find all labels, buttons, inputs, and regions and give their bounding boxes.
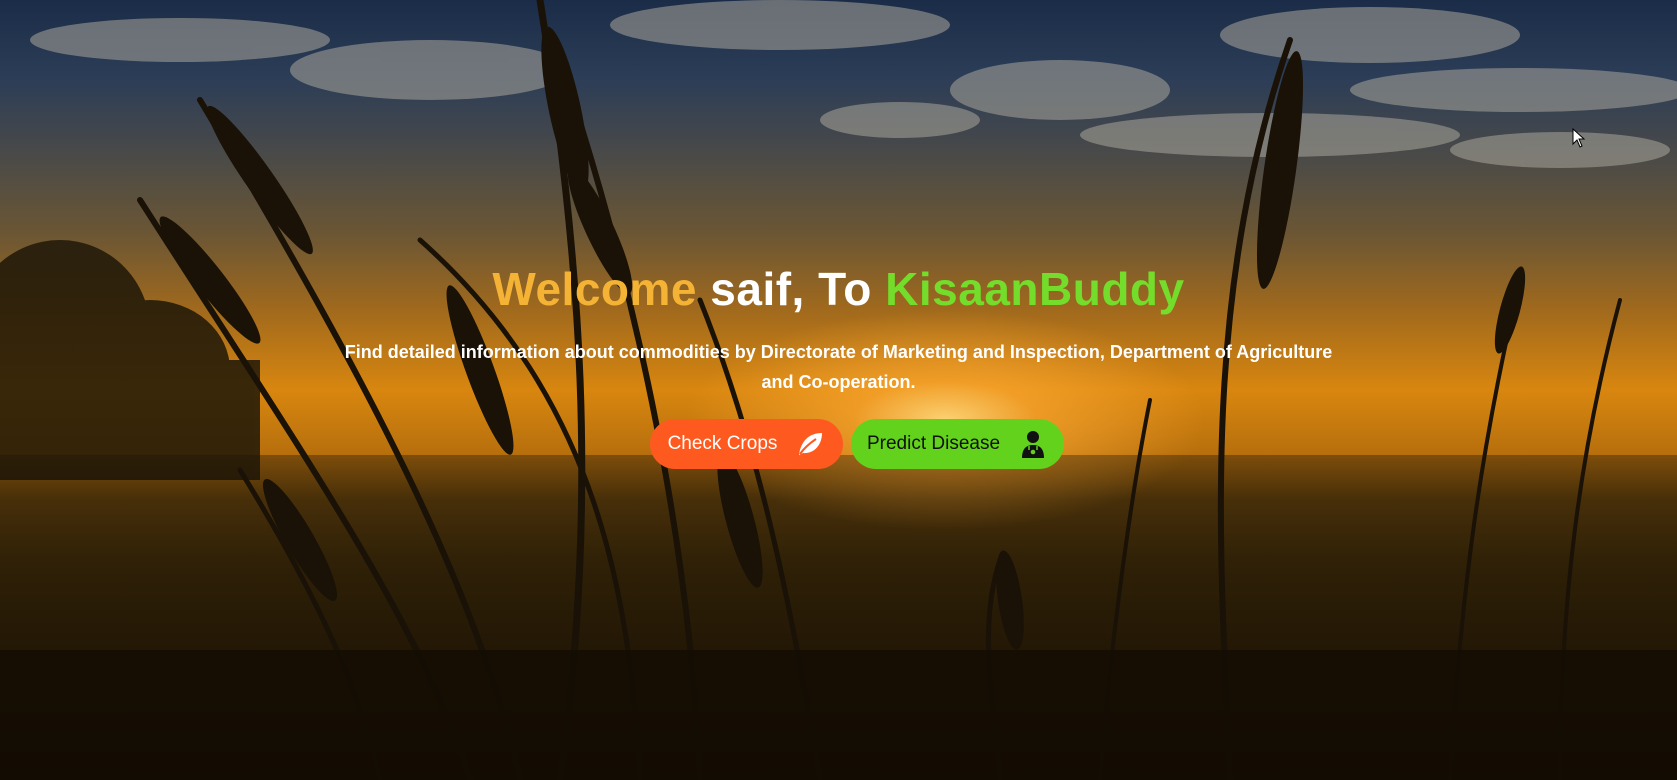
hero-actions: Check Crops Predict Disease [0,419,1677,470]
brand-name: KisaanBuddy [885,263,1185,315]
user-greeting: saif, To [697,263,886,315]
predict-disease-label: Predict Disease [866,433,1001,455]
welcome-heading: Welcome saif, To KisaanBuddy [0,262,1677,317]
mouse-cursor-icon [1572,128,1586,148]
welcome-word: Welcome [492,263,697,315]
hero-description: Find detailed information about commodit… [344,342,1333,393]
hero-section: Welcome saif, To KisaanBuddy Find detail… [0,0,1677,780]
check-crops-button[interactable]: Check Crops [650,419,843,470]
clouds [30,0,1677,168]
check-crops-label: Check Crops [667,433,778,455]
leaf-icon [795,429,825,459]
predict-disease-button[interactable]: Predict Disease [851,419,1064,470]
doctor-icon [1018,429,1048,459]
hero-content: Welcome saif, To KisaanBuddy Find detail… [0,262,1677,470]
foreground-grass [0,650,1677,780]
